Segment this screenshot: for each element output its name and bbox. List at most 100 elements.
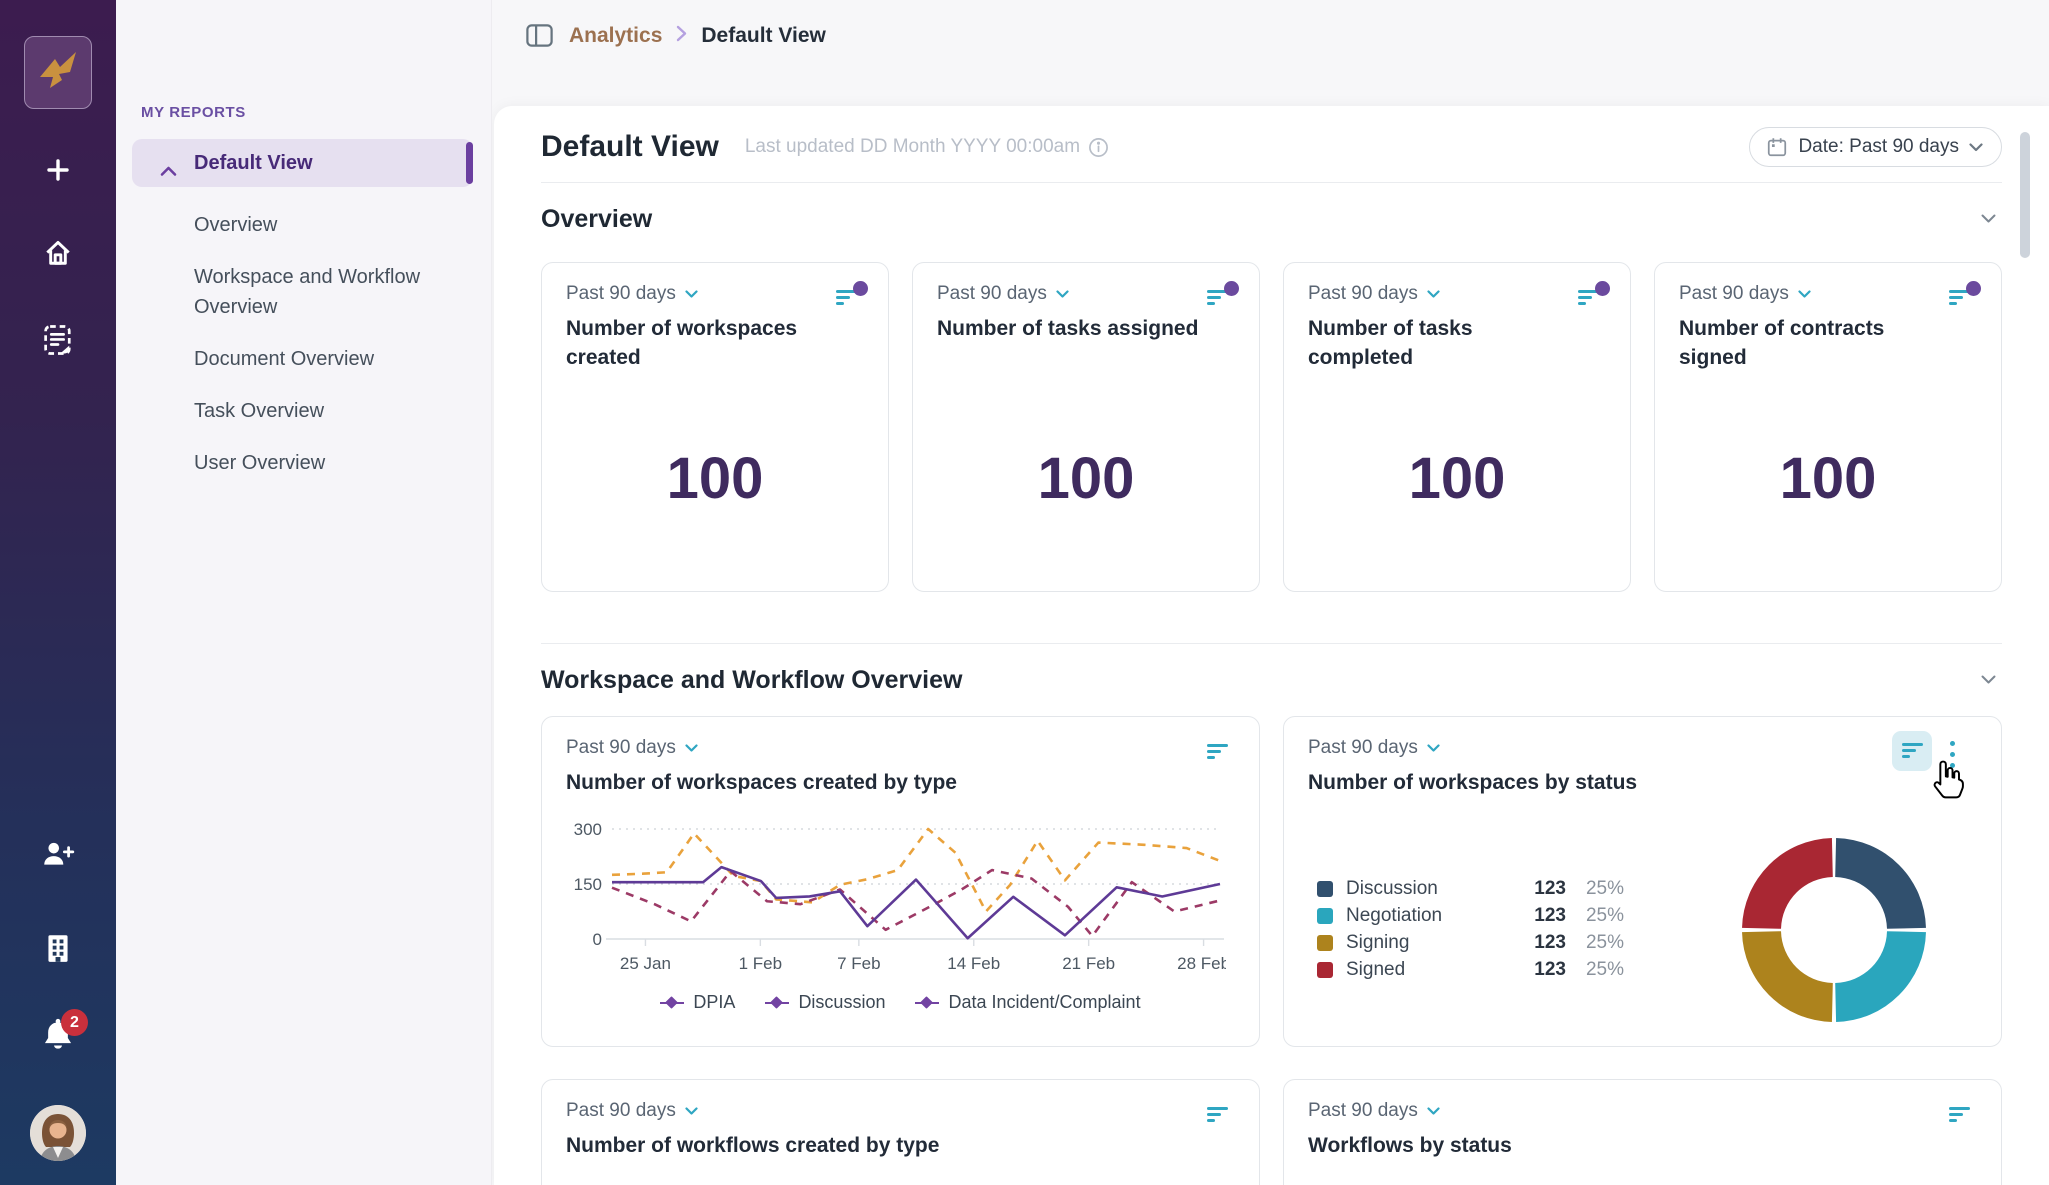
- selected-indicator: [466, 142, 473, 184]
- card-period-dropdown[interactable]: Past 90 days: [566, 283, 698, 305]
- filter-icon[interactable]: [836, 283, 866, 309]
- page-header: Default View Last updated DD Month YYYY …: [541, 127, 2002, 167]
- app-logo[interactable]: [24, 36, 92, 109]
- reports-nav: Default View Overview Workspace and Work…: [116, 139, 491, 489]
- card-title: Number of workspaces created: [566, 314, 836, 372]
- card-period-dropdown[interactable]: Past 90 days: [1308, 737, 1440, 759]
- legend-percent: 25%: [1566, 905, 1624, 927]
- sidebar-item-workspace-workflow-overview[interactable]: Workspace and Workflow Overview: [132, 251, 473, 333]
- info-icon[interactable]: [1088, 137, 1109, 158]
- svg-text:21 Feb: 21 Feb: [1062, 954, 1115, 973]
- legend-swatch: [1317, 935, 1333, 951]
- legend-swatch: [1317, 881, 1333, 897]
- card-period-dropdown[interactable]: Past 90 days: [937, 283, 1069, 305]
- add-button[interactable]: [34, 147, 82, 195]
- chevron-down-icon: [1056, 290, 1069, 298]
- stat-card-tasks-completed: Past 90 days Number of tasks completed 1…: [1283, 262, 1631, 592]
- legend-value: 123: [1514, 932, 1566, 954]
- card-period-dropdown[interactable]: Past 90 days: [566, 1100, 698, 1122]
- sidebar-item-task-overview[interactable]: Task Overview: [132, 385, 473, 437]
- donut-legend: Discussion 123 25% Negotiation 123 25% S…: [1317, 875, 1624, 983]
- breadcrumb-chevron-icon: [676, 25, 687, 47]
- notifications-button[interactable]: 2: [34, 1013, 82, 1061]
- workflow-cards-row: Past 90 days Number of workflows created…: [541, 1079, 2002, 1185]
- scrollbar-thumb[interactable]: [2020, 132, 2030, 258]
- chevron-down-icon: [1969, 143, 1983, 152]
- date-filter-button[interactable]: Date: Past 90 days: [1749, 127, 2002, 167]
- user-avatar[interactable]: [30, 1105, 86, 1161]
- filter-icon[interactable]: [1207, 283, 1237, 309]
- collapse-overview-button[interactable]: [1975, 206, 2002, 233]
- card-title: Workflows by status: [1308, 1131, 1977, 1160]
- building-icon: [41, 931, 75, 968]
- legend-value: 123: [1514, 905, 1566, 927]
- notification-badge: 2: [61, 1009, 88, 1036]
- period-label: Past 90 days: [1308, 737, 1418, 759]
- legend-item: DPIA: [660, 992, 735, 1013]
- sidebar-item-document-overview[interactable]: Document Overview: [132, 333, 473, 385]
- section-title-workspace-workflow: Workspace and Workflow Overview: [541, 666, 962, 695]
- avatar-photo: [30, 1149, 86, 1161]
- chevron-up-icon: [160, 156, 177, 186]
- chevron-down-icon: [1427, 1107, 1440, 1115]
- workflows-by-status-card: Past 90 days Workflows by status: [1283, 1079, 2002, 1185]
- filter-icon[interactable]: [1207, 1100, 1237, 1126]
- filter-icon[interactable]: [1578, 283, 1608, 309]
- line-chart: 015030025 Jan1 Feb7 Feb14 Feb21 Feb28 Fe…: [566, 813, 1235, 1013]
- sidebar-toggle-icon[interactable]: [524, 20, 555, 51]
- sidebar-item-label: Overview: [194, 214, 277, 236]
- card-period-dropdown[interactable]: Past 90 days: [1308, 1100, 1440, 1122]
- kebab-menu-button[interactable]: [1946, 733, 1959, 776]
- chevron-down-icon: [1981, 212, 1996, 227]
- sidebar-item-label: Workspace and Workflow Overview: [194, 266, 420, 318]
- date-filter-label: Date: Past 90 days: [1798, 136, 1959, 158]
- card-title: Number of workflows created by type: [566, 1131, 1235, 1160]
- period-label: Past 90 days: [566, 1100, 676, 1122]
- stat-cards-row: Past 90 days Number of workspaces create…: [541, 262, 2002, 592]
- filter-icon[interactable]: [1207, 737, 1237, 763]
- top-bar: Analytics Default View: [494, 0, 2049, 106]
- filter-active-dot: [1595, 281, 1610, 296]
- legend-value: 123: [1514, 959, 1566, 981]
- filter-active-dot: [853, 281, 868, 296]
- home-icon: [40, 234, 76, 273]
- filter-icon[interactable]: [1949, 283, 1979, 309]
- card-title: Number of workspaces created by type: [566, 768, 1235, 797]
- card-period-dropdown[interactable]: Past 90 days: [1308, 283, 1440, 305]
- filter-button-hovered[interactable]: [1892, 731, 1932, 771]
- breadcrumb-analytics-link[interactable]: Analytics: [569, 24, 662, 48]
- reports-button[interactable]: [34, 317, 82, 365]
- stat-value: 100: [542, 445, 888, 512]
- card-period-dropdown[interactable]: Past 90 days: [1679, 283, 1811, 305]
- donut-chart-card: Past 90 days Number of workspaces by sta…: [1283, 716, 2002, 1047]
- period-label: Past 90 days: [1679, 283, 1789, 305]
- header-divider: [541, 182, 2002, 183]
- collapse-workspace-section-button[interactable]: [1975, 667, 2002, 694]
- stat-card-contracts-signed: Past 90 days Number of contracts signed …: [1654, 262, 2002, 592]
- card-title: Number of tasks completed: [1308, 314, 1578, 372]
- card-title: Number of tasks assigned: [937, 314, 1207, 343]
- line-chart-card: Past 90 days Number of workspaces create…: [541, 716, 1260, 1047]
- primary-sidebar: 2: [0, 0, 116, 1185]
- page-title: Default View: [541, 130, 719, 164]
- home-button[interactable]: [34, 229, 82, 277]
- card-period-dropdown[interactable]: Past 90 days: [566, 737, 698, 759]
- filter-icon[interactable]: [1949, 1100, 1979, 1126]
- section-divider: [541, 643, 2002, 644]
- legend-row-negotiation: Negotiation 123 25%: [1317, 902, 1624, 929]
- sidebar-item-user-overview[interactable]: User Overview: [132, 437, 473, 489]
- plus-icon: [42, 154, 74, 189]
- legend-percent: 25%: [1566, 878, 1624, 900]
- sidebar-item-default-view[interactable]: Default View: [132, 139, 473, 187]
- chevron-down-icon: [1798, 290, 1811, 298]
- legend-label: DPIA: [693, 992, 735, 1013]
- filter-icon: [1902, 743, 1923, 760]
- period-label: Past 90 days: [937, 283, 1047, 305]
- stat-value: 100: [1284, 445, 1630, 512]
- sidebar-item-label: Task Overview: [194, 400, 324, 422]
- sidebar-item-overview[interactable]: Overview: [132, 199, 473, 251]
- sidebar-item-label: Default View: [194, 152, 313, 174]
- organization-button[interactable]: [34, 925, 82, 973]
- sidebar-item-label: Document Overview: [194, 348, 374, 370]
- invite-user-button[interactable]: [34, 831, 82, 879]
